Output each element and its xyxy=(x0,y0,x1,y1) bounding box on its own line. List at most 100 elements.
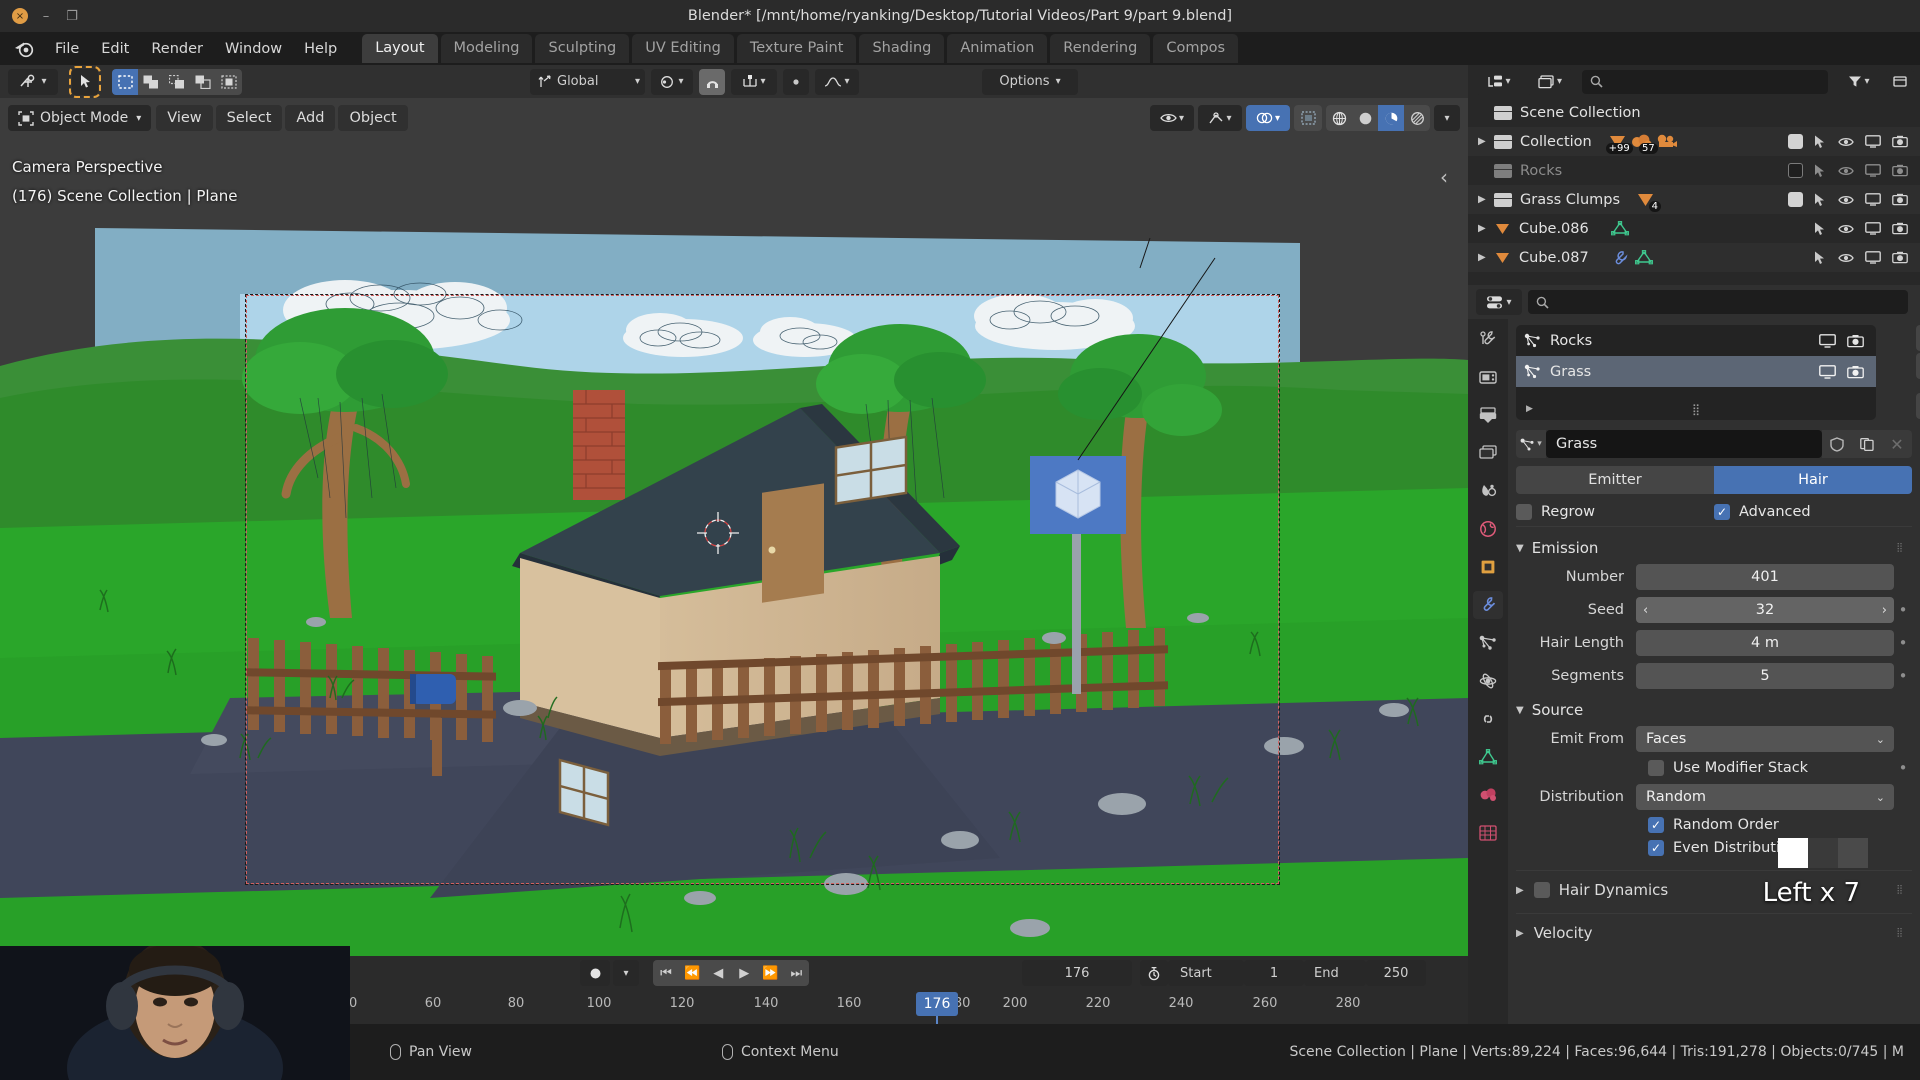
overlays-dropdown[interactable]: ▾ xyxy=(1246,105,1290,131)
distribution-dropdown[interactable]: Random ⌄ xyxy=(1636,784,1894,810)
fake-user-shield-icon[interactable] xyxy=(1822,430,1852,458)
outliner-row-scene-collection[interactable]: Scene Collection xyxy=(1468,98,1920,127)
viewport-menu-view[interactable]: View xyxy=(156,105,213,131)
pivot-point-dropdown[interactable]: ▾ xyxy=(651,68,693,95)
swatch-white[interactable] xyxy=(1778,838,1808,868)
select-extend-button[interactable] xyxy=(138,68,164,95)
tab-material[interactable] xyxy=(1473,781,1503,809)
outliner-row-cube-086[interactable]: ▶ Cube.086 xyxy=(1468,214,1920,243)
frame-end-label[interactable]: End xyxy=(1304,960,1366,986)
snap-to-dropdown[interactable]: ▾ xyxy=(731,68,777,95)
select-intersect-button[interactable] xyxy=(190,68,216,95)
emission-seed-field[interactable]: ‹ 32 › xyxy=(1636,597,1894,623)
emission-number-field[interactable]: 401 xyxy=(1636,564,1894,590)
tweak-tool-button[interactable] xyxy=(69,65,101,98)
workspace-tab-animation[interactable]: Animation xyxy=(947,34,1048,63)
regrow-checkbox-row[interactable]: Regrow xyxy=(1516,504,1714,520)
next-keyframe-button[interactable]: ⏩ xyxy=(757,960,784,986)
duplicate-settings-icon[interactable] xyxy=(1852,430,1882,458)
tab-view-layer[interactable] xyxy=(1473,439,1503,467)
swatch-dark-gray[interactable] xyxy=(1808,838,1838,868)
animate-dot[interactable]: • xyxy=(1894,759,1912,777)
type-tab-hair[interactable]: Hair xyxy=(1714,466,1912,494)
even-distribution-checkbox[interactable]: ✓ xyxy=(1648,840,1664,856)
tab-texture[interactable] xyxy=(1473,819,1503,847)
rendered-shading-button[interactable] xyxy=(1404,105,1430,131)
emit-from-dropdown[interactable]: Faces ⌄ xyxy=(1636,726,1894,752)
menu-render[interactable]: Render xyxy=(140,37,214,61)
collection-enable-checkbox[interactable] xyxy=(1788,163,1803,178)
velocity-section-header[interactable]: ▶ Velocity ⣿ xyxy=(1516,913,1912,942)
frame-end-value[interactable]: 250 xyxy=(1366,960,1426,986)
mesh-count-badge[interactable]: +99 xyxy=(1605,133,1633,154)
advanced-checkbox[interactable]: ✓ xyxy=(1714,504,1730,520)
workspace-tab-rendering[interactable]: Rendering xyxy=(1050,34,1151,63)
workspace-tab-layout[interactable]: Layout xyxy=(362,34,438,63)
viewport-options-dropdown[interactable]: Options ▾ xyxy=(982,68,1078,95)
collection-enable-checkbox[interactable] xyxy=(1788,192,1803,207)
shading-options-dropdown[interactable]: ▾ xyxy=(1434,105,1460,131)
decrement-arrow-icon[interactable]: ‹ xyxy=(1643,603,1648,618)
outliner-display-mode-dropdown[interactable]: ▾ xyxy=(1527,68,1573,95)
outliner-row-collection[interactable]: ▶ Collection +99 57 xyxy=(1468,127,1920,156)
outliner-new-collection-icon[interactable] xyxy=(1886,68,1914,95)
tab-constraints[interactable] xyxy=(1473,705,1503,733)
tab-tool[interactable] xyxy=(1473,325,1503,353)
gizmo-dropdown[interactable]: ▾ xyxy=(1198,105,1242,131)
mode-selector-dropdown[interactable]: Object Mode ▾ xyxy=(8,105,152,131)
3d-viewport[interactable] xyxy=(0,98,1468,956)
select-difference-button[interactable] xyxy=(216,68,242,95)
particle-specials-menu-button[interactable]: ⌄ xyxy=(1916,393,1920,419)
advanced-checkbox-row[interactable]: ✓ Advanced xyxy=(1714,504,1912,520)
animate-dot[interactable]: • xyxy=(1894,634,1912,652)
select-box-button[interactable] xyxy=(112,68,138,95)
outliner-editor[interactable]: ▾ ▾ ▾ Scene Collection ▶ Collection +99 … xyxy=(1468,65,1920,285)
use-preview-range-icon[interactable] xyxy=(1140,960,1168,986)
properties-editor[interactable]: ▾ Rocks Grass ▶ ⣿ ▾ Grass ✕ Emitter Hair… xyxy=(1468,285,1920,1024)
viewport-menu-add[interactable]: Add xyxy=(285,105,336,131)
playhead[interactable]: 176 xyxy=(916,992,958,1016)
frame-start-label[interactable]: Start xyxy=(1168,960,1244,986)
play-button[interactable]: ▶ xyxy=(731,960,758,986)
outliner-search-input[interactable] xyxy=(1582,69,1828,94)
proportional-edit-toggle[interactable] xyxy=(783,68,809,95)
keying-options-dropdown[interactable]: ▾ xyxy=(613,960,639,986)
outliner-row-cube-087[interactable]: ▶ Cube.087 xyxy=(1468,243,1920,272)
use-modifier-stack-checkbox[interactable] xyxy=(1648,760,1664,776)
properties-editor-type-icon[interactable]: ▾ xyxy=(1476,289,1522,315)
regrow-checkbox[interactable] xyxy=(1516,504,1532,520)
menu-edit[interactable]: Edit xyxy=(90,37,140,61)
tab-scene[interactable] xyxy=(1473,477,1503,505)
tab-render[interactable] xyxy=(1473,363,1503,391)
particle-settings-name-field[interactable]: Grass xyxy=(1546,430,1822,458)
blender-logo-icon[interactable] xyxy=(12,37,36,61)
frame-start-value[interactable]: 1 xyxy=(1244,960,1304,986)
animate-dot[interactable]: • xyxy=(1894,667,1912,685)
unlink-settings-icon[interactable]: ✕ xyxy=(1882,430,1912,458)
segments-field[interactable]: 5 xyxy=(1636,663,1894,689)
emission-section-header[interactable]: ▼ Emission ⣿ xyxy=(1516,539,1912,557)
workspace-tab-modeling[interactable]: Modeling xyxy=(440,34,533,63)
add-particle-system-button[interactable]: + xyxy=(1916,325,1920,351)
tab-particles[interactable] xyxy=(1473,629,1503,657)
outliner-editor-type-icon[interactable]: ▾ xyxy=(1476,68,1522,95)
sidebar-collapse-arrow-icon[interactable]: ‹ xyxy=(1440,165,1448,189)
camera-badge[interactable] xyxy=(1656,133,1678,150)
viewport-menu-select[interactable]: Select xyxy=(215,105,283,131)
tab-modifiers[interactable] xyxy=(1473,591,1503,619)
prev-keyframe-button[interactable]: ⏪ xyxy=(679,960,706,986)
mesh-count-badge[interactable]: 4 xyxy=(1636,191,1662,212)
jump-to-start-button[interactable]: ⏮ xyxy=(653,960,679,986)
expand-triangle-icon[interactable]: ▶ xyxy=(1478,194,1494,205)
particle-system-row-grass[interactable]: Grass xyxy=(1516,356,1876,387)
increment-arrow-icon[interactable]: › xyxy=(1882,603,1887,618)
solid-shading-button[interactable] xyxy=(1352,105,1378,131)
particle-list-resize-grip[interactable]: ▶ ⣿ xyxy=(1516,398,1876,420)
material-preview-button[interactable] xyxy=(1378,105,1404,131)
type-tab-emitter[interactable]: Emitter xyxy=(1516,466,1714,494)
particle-system-row-rocks[interactable]: Rocks xyxy=(1516,325,1876,356)
jump-to-end-button[interactable]: ⏭ xyxy=(783,960,810,986)
outliner-row-rocks[interactable]: Rocks xyxy=(1468,156,1920,185)
material-count-badge[interactable]: 57 xyxy=(1631,133,1658,154)
hair-dynamics-checkbox[interactable] xyxy=(1533,882,1550,898)
